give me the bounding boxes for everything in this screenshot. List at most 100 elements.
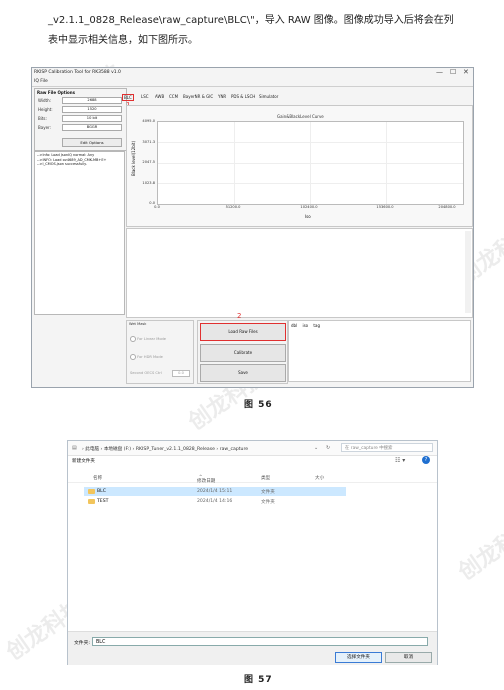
tab-ynr[interactable]: YNR [218,94,226,99]
second-oecs-field[interactable]: 0.0 [172,370,190,377]
select-folder-button[interactable]: 选择文件夹 [335,652,382,663]
x-tick: 102400.0 [300,205,318,209]
bits-field[interactable]: 10 bit [62,115,122,122]
mode-options-panel: Wet Mask For Linear Mode For HDR Mode Se… [126,320,194,384]
chevron-down-icon[interactable]: ⌄ [314,445,318,451]
save-button[interactable]: Save [200,364,286,382]
close-button[interactable]: ✕ [463,68,469,76]
doc-paragraph-line-2: 表中显示相关信息，如下图所示。 [48,35,198,46]
raw-file-options-panel: Raw File Options Width: 2688 Height: 152… [34,88,127,151]
dialog-footer: 文件夹: BLC 选择文件夹 取消 [68,631,437,665]
folder-picker-dialog: ▤ › 此电脑 › 本地磁盘 (F:) › RKISP_Tuner_v2.1.1… [67,440,438,665]
view-options-icon[interactable]: ☷ ▾ [395,457,405,464]
load-raw-files-button[interactable]: Load Raw Files [200,323,286,341]
radio-icon [130,336,136,342]
breadcrumb[interactable]: › 此电脑 › 本地磁盘 (F:) › RKISP_Tuner_v2.1.1_0… [82,446,248,452]
x-tick: 153600.0 [376,205,394,209]
list-item[interactable]: BLC 2024/1/4 15:11 文件夹 [84,487,346,496]
figure-caption: 图 57 [244,675,273,685]
window-title: RKISP Calibration Tool for RK3588 v1.0 [34,70,121,75]
panel-heading: Raw File Options [37,90,75,95]
folder-icon [88,489,95,494]
result-table: dbl iso tag [288,320,471,382]
gridline [386,122,387,204]
bayer-field[interactable]: BGGR [62,124,122,131]
divider [32,86,473,87]
gridline [234,122,235,204]
hdr-mode-radio[interactable]: For HDR Mode [130,354,163,360]
chart-title: Gain&BlackLevel Curve [277,114,324,119]
log-line: -->I_CMOS.json successfully. [37,162,87,167]
tab-simulator[interactable]: Simulator [259,94,278,99]
file-name: BLC [97,489,106,494]
address-bar: ▤ › 此电脑 › 本地磁盘 (F:) › RKISP_Tuner_v2.1.1… [68,441,437,456]
gridline [310,122,311,204]
tab-lsc[interactable]: LSC [141,94,149,99]
watermark: 创龙科技 [454,514,504,586]
y-axis-label: Black level(12bit) [131,140,136,176]
column-date[interactable]: 修改日期 [197,475,215,484]
linear-mode-label: For Linear Mode [137,337,167,341]
file-type: 文件夹 [261,500,275,505]
x-tick: 51200.0 [225,205,241,209]
tab-bayernr-gic[interactable]: BayerNR & GIC [183,94,213,99]
folder-icon: ▤ [72,445,77,451]
doc-paragraph-line-1: _v2.1.1_0828_Release\raw_capture\BLC\"，导… [48,15,454,26]
col-dbl: dbl [291,323,298,328]
plot-area [157,121,464,205]
width-field[interactable]: 2688 [62,97,122,104]
minimize-button[interactable]: — [436,68,443,76]
radio-icon [130,354,136,360]
y-tick: 4095.0 [142,119,155,123]
col-tag: tag [313,323,320,328]
maximize-button[interactable]: ☐ [450,68,456,76]
tab-ccm[interactable]: CCM [169,94,178,99]
tab-awb[interactable]: AWB [155,94,164,99]
cancel-button[interactable]: 取消 [385,652,432,663]
linear-mode-radio[interactable]: For Linear Mode [130,336,166,342]
wb-label: Wet Mask [129,322,147,326]
edit-options-button[interactable]: Edit Options [62,138,122,147]
column-size[interactable]: 大小 [315,475,324,481]
calibrate-button[interactable]: Calibrate [200,344,286,362]
x-tick: 204800.0 [438,205,456,209]
scrollbar[interactable] [465,231,471,313]
info-log: -->Info: Load JsonIQ normal: Any -->INFO… [34,151,125,315]
width-label: Width: [38,98,51,103]
column-name[interactable]: 名称 [93,475,102,481]
blc-curve-chart: Gain&BlackLevel Curve Black level(12bit)… [126,105,473,227]
x-axis-label: Iso [305,214,311,219]
bits-label: Bits: [38,116,47,121]
height-label: Height: [38,107,53,112]
height-field[interactable]: 1520 [62,106,122,113]
help-icon[interactable]: ? [422,456,430,464]
y-tick: 1023.8 [142,181,155,185]
bayer-label: Bayer: [38,125,51,130]
y-tick: 2047.5 [142,160,155,164]
file-date: 2024/1/4 15:11 [197,489,233,494]
hdr-mode-label: For HDR Mode [137,355,163,359]
column-header: 名称 ^ 修改日期 类型 大小 [68,473,437,484]
folder-name-input[interactable]: BLC [92,637,428,646]
x-tick: 0.0 [154,205,160,209]
list-item[interactable]: TEST 2024/1/4 14:16 文件夹 [84,497,346,506]
file-name: TEST [97,499,109,504]
folder-name-label: 文件夹: [74,641,91,646]
new-folder-button[interactable]: 新建文件夹 [72,458,95,464]
folder-icon [88,499,95,504]
y-tick: 3071.3 [142,140,155,144]
action-buttons: Load Raw Files Calibrate Save [197,320,288,384]
search-input[interactable]: 在 raw_capture 中搜索 [341,443,433,452]
tab-blc[interactable]: BLC [122,94,134,101]
menu-iq-file[interactable]: IQ File [34,79,48,84]
file-date: 2024/1/4 14:16 [197,499,233,504]
tab-pds-lsch[interactable]: PDS & LSCH [231,94,255,99]
step-marker-2: 2 [237,312,242,320]
figure-caption: 图 56 [244,400,273,410]
file-type: 文件夹 [261,490,275,495]
column-type[interactable]: 类型 [261,475,270,481]
refresh-icon[interactable]: ↻ [326,445,330,451]
calibration-tool-window: RKISP Calibration Tool for RK3588 v1.0 —… [31,67,474,388]
second-oecs-label: Second OECS Ctrl [130,371,162,375]
raw-file-list [126,228,473,318]
